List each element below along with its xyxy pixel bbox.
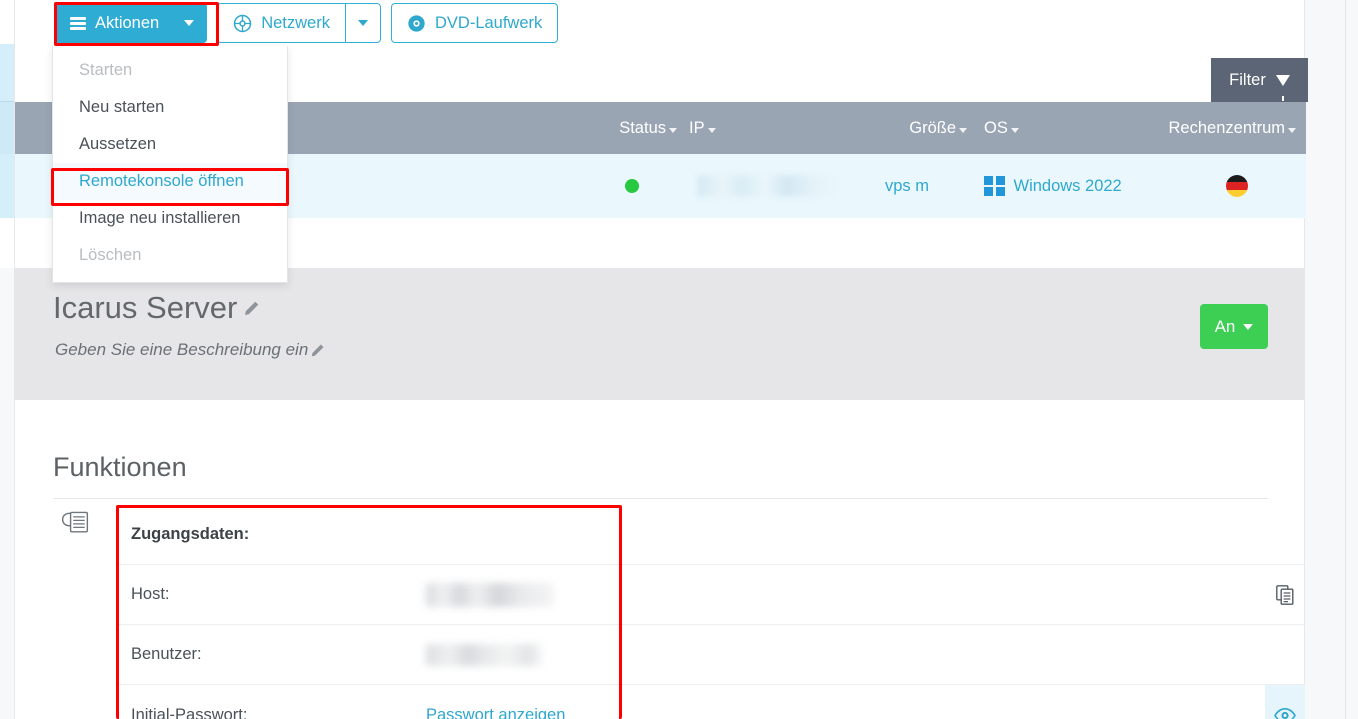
menu-item-remotekonsole-oeffnen[interactable]: Remotekonsole öffnen bbox=[53, 163, 287, 200]
eye-icon bbox=[1274, 707, 1296, 719]
functions-divider bbox=[53, 498, 1268, 499]
table-header-os[interactable]: OS bbox=[967, 119, 1167, 138]
network-button[interactable]: Netzwerk bbox=[217, 3, 345, 43]
table-header-ip[interactable]: IP bbox=[677, 119, 847, 138]
table-cell-datacenter bbox=[1167, 175, 1306, 197]
table-header-status[interactable]: Status bbox=[587, 119, 677, 138]
power-state-label: An bbox=[1214, 316, 1236, 336]
credentials-value-password: Passwort anzeigen bbox=[426, 706, 1305, 719]
page-root: Status IP Größe OS Rechenzentrum vps m W… bbox=[0, 0, 1358, 719]
dvd-drive-button-label: DVD-Laufwerk bbox=[434, 13, 543, 32]
chevron-down-icon bbox=[1010, 127, 1019, 133]
edge-strip-top bbox=[0, 44, 14, 102]
page-right-border bbox=[1345, 0, 1346, 719]
menu-item-neu-starten[interactable]: Neu starten bbox=[53, 89, 287, 126]
table-header-size[interactable]: Größe bbox=[847, 119, 967, 138]
credentials-row-user: Benutzer: bbox=[116, 625, 1305, 685]
credentials-row-password: Initial-Passwort: Passwort anzeigen bbox=[116, 685, 1305, 719]
table-header-os-label: OS bbox=[984, 118, 1008, 137]
show-password-link[interactable]: Passwort anzeigen bbox=[426, 706, 565, 719]
table-cell-status bbox=[587, 179, 677, 193]
credentials-label-user: Benutzer: bbox=[131, 645, 202, 663]
redacted-user-value bbox=[426, 643, 542, 666]
table-left-edge-strip bbox=[0, 0, 14, 268]
credentials-value-user bbox=[426, 643, 1305, 666]
network-button-group: Netzwerk bbox=[217, 3, 381, 43]
chevron-down-icon bbox=[707, 127, 716, 133]
chevron-down-icon bbox=[1288, 127, 1296, 133]
credentials-value-host bbox=[426, 582, 1305, 607]
power-state-button[interactable]: An bbox=[1200, 304, 1268, 349]
credentials-table: Zugangsdaten: Host: Benutzer: Initial-Pa… bbox=[116, 505, 1305, 719]
actions-button[interactable]: Aktionen bbox=[54, 3, 208, 43]
status-online-icon bbox=[625, 179, 639, 193]
network-button-label: Netzwerk bbox=[261, 13, 330, 32]
page-title: Icarus Server bbox=[53, 290, 260, 326]
credentials-heading: Zugangsdaten: bbox=[131, 525, 250, 543]
pencil-icon[interactable] bbox=[243, 300, 260, 317]
redacted-ip-value bbox=[697, 175, 845, 197]
copy-host-button[interactable] bbox=[1265, 565, 1305, 624]
actions-button-label: Aktionen bbox=[95, 13, 160, 32]
credentials-label-host: Host: bbox=[131, 585, 170, 603]
table-cell-os-label: Windows 2022 bbox=[1013, 176, 1122, 195]
toggle-password-visibility-button[interactable] bbox=[1265, 685, 1305, 719]
chevron-down-icon bbox=[357, 20, 368, 26]
list-icon bbox=[70, 16, 86, 30]
table-cell-os: Windows 2022 bbox=[967, 175, 1167, 197]
edge-strip-header bbox=[0, 102, 14, 154]
menu-item-image-neu-installieren[interactable]: Image neu installieren bbox=[53, 200, 287, 237]
action-toolbar: Aktionen Netzwerk DVD-Laufwerk bbox=[54, 2, 559, 44]
pencil-icon[interactable] bbox=[310, 343, 325, 358]
network-dropdown-toggle[interactable] bbox=[344, 3, 381, 43]
table-cell-size: vps m bbox=[847, 177, 967, 196]
chevron-down-icon bbox=[669, 127, 677, 133]
functions-heading: Funktionen bbox=[53, 452, 187, 482]
menu-item-starten[interactable]: Starten bbox=[53, 52, 287, 89]
network-icon bbox=[233, 14, 252, 32]
table-header-datacenter-label: Rechenzentrum bbox=[1168, 118, 1285, 137]
page-title-text: Icarus Server bbox=[53, 290, 238, 325]
credentials-heading-row: Zugangsdaten: bbox=[116, 505, 1305, 565]
table-cell-ip bbox=[677, 175, 847, 197]
menu-item-loeschen[interactable]: Löschen bbox=[53, 237, 287, 274]
table-cell-size-label: vps m bbox=[884, 176, 929, 195]
credentials-label-password: Initial-Passwort: bbox=[131, 705, 248, 719]
actions-dropdown-menu: Starten Neu starten Aussetzen Remotekons… bbox=[52, 46, 288, 283]
funnel-icon bbox=[1275, 74, 1290, 101]
edge-strip-divider bbox=[0, 101, 14, 102]
filter-button[interactable]: Filter bbox=[1211, 58, 1308, 102]
dvd-drive-button[interactable]: DVD-Laufwerk bbox=[390, 3, 559, 43]
copy-icon bbox=[1276, 584, 1294, 605]
server-title-band: Icarus Server Geben Sie eine Beschreibun… bbox=[14, 268, 1305, 400]
chevron-down-icon bbox=[1243, 323, 1254, 330]
table-header-size-label: Größe bbox=[909, 118, 956, 137]
server-description-text: Geben Sie eine Beschreibung ein bbox=[55, 340, 309, 359]
table-header-datacenter[interactable]: Rechenzentrum bbox=[1167, 119, 1306, 138]
chevron-down-icon bbox=[959, 127, 967, 133]
credentials-row-host: Host: bbox=[116, 565, 1305, 625]
cloud-server-icon bbox=[61, 511, 89, 533]
redacted-host-value bbox=[426, 582, 554, 607]
disc-icon bbox=[408, 14, 425, 32]
table-header-ip-label: IP bbox=[689, 118, 705, 137]
filter-button-label: Filter bbox=[1229, 70, 1266, 89]
chevron-down-icon bbox=[184, 20, 195, 26]
edge-strip-row bbox=[0, 154, 14, 218]
menu-item-aussetzen[interactable]: Aussetzen bbox=[53, 126, 287, 163]
windows-icon bbox=[984, 175, 1005, 197]
server-description: Geben Sie eine Beschreibung ein bbox=[55, 340, 325, 360]
flag-de-icon bbox=[1225, 175, 1248, 197]
table-header-status-label: Status bbox=[619, 118, 666, 137]
